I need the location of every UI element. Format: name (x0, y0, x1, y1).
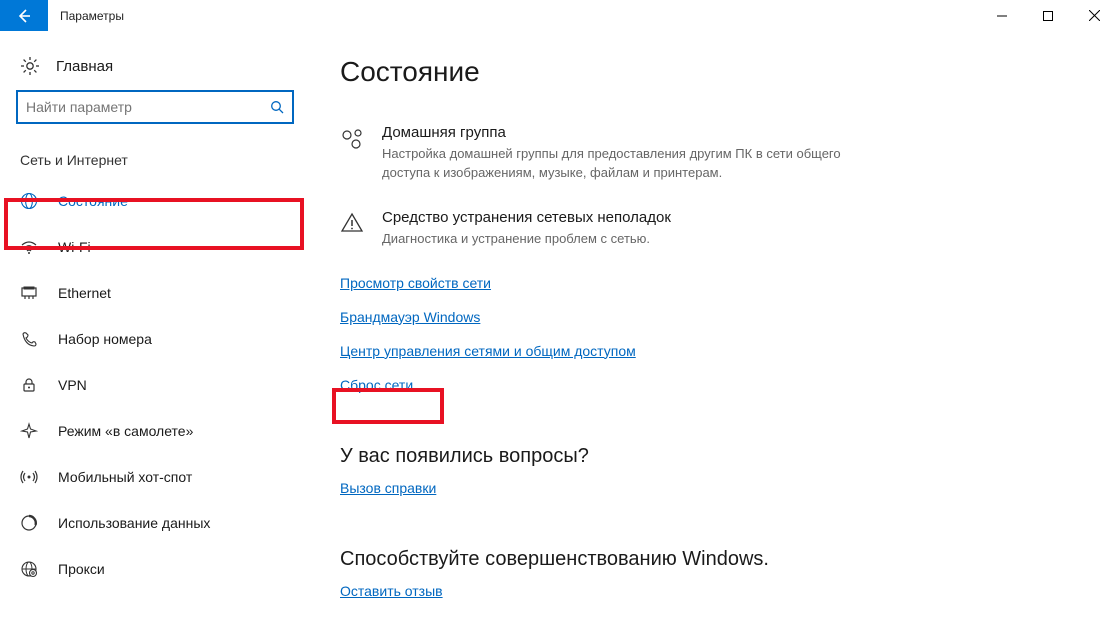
maximize-icon (1043, 11, 1053, 21)
back-button[interactable] (0, 0, 48, 31)
nav-label: Ethernet (58, 285, 111, 301)
troubleshoot-row[interactable]: Средство устранения сетевых неполадок Ди… (340, 209, 860, 249)
home-link[interactable]: Главная (0, 50, 310, 90)
arrow-left-icon (16, 8, 32, 24)
link-feedback[interactable]: Оставить отзыв (340, 583, 443, 599)
dialup-icon (20, 330, 40, 348)
proxy-icon (20, 560, 40, 578)
link-view-properties[interactable]: Просмотр свойств сети (340, 275, 491, 291)
page-title: Состояние (340, 56, 1087, 88)
nav-item-hotspot[interactable]: Мобильный хот-спот (0, 454, 310, 500)
close-icon (1089, 10, 1100, 21)
nav-label: Wi-Fi (58, 239, 91, 255)
content: Состояние Домашняя группа Настройка дома… (310, 32, 1117, 622)
minimize-icon (997, 11, 1007, 21)
warning-icon (340, 209, 366, 249)
vpn-icon (20, 376, 40, 394)
nav-label: Состояние (58, 193, 128, 209)
minimize-button[interactable] (979, 0, 1025, 31)
homegroup-icon (340, 124, 366, 183)
search-box[interactable] (16, 90, 294, 124)
sidebar: Главная Сеть и Интернет Состояние (0, 32, 310, 622)
search-input[interactable] (26, 99, 270, 115)
improve-heading: Способствуйте совершенствованию Windows. (340, 548, 1087, 571)
nav-item-vpn[interactable]: VPN (0, 362, 310, 408)
hotspot-icon (20, 468, 40, 486)
homegroup-row[interactable]: Домашняя группа Настройка домашней групп… (340, 124, 860, 183)
globe-icon (20, 192, 40, 210)
data-usage-icon (20, 514, 40, 532)
nav-label: Прокси (58, 561, 105, 577)
maximize-button[interactable] (1025, 0, 1071, 31)
category-label: Сеть и Интернет (0, 142, 310, 178)
nav-label: Режим «в самолете» (58, 423, 193, 439)
nav-label: Мобильный хот-спот (58, 469, 192, 485)
nav-item-ethernet[interactable]: Ethernet (0, 270, 310, 316)
nav-list: Состояние Wi-Fi Ethernet Набор номера (0, 178, 310, 592)
airplane-icon (20, 422, 40, 440)
home-label: Главная (56, 58, 113, 75)
nav-label: VPN (58, 377, 87, 393)
nav-label: Набор номера (58, 331, 152, 347)
link-sharing-center[interactable]: Центр управления сетями и общим доступом (340, 343, 636, 359)
homegroup-title: Домашняя группа (382, 124, 860, 141)
nav-label: Использование данных (58, 515, 210, 531)
link-firewall[interactable]: Брандмауэр Windows (340, 309, 480, 325)
window-controls (979, 0, 1117, 31)
troubleshoot-title: Средство устранения сетевых неполадок (382, 209, 671, 226)
troubleshoot-desc: Диагностика и устранение проблем с сетью… (382, 230, 671, 249)
search-icon (270, 100, 284, 114)
nav-item-wifi[interactable]: Wi-Fi (0, 224, 310, 270)
nav-item-proxy[interactable]: Прокси (0, 546, 310, 592)
wifi-icon (20, 238, 40, 256)
gear-icon (20, 56, 40, 76)
homegroup-desc: Настройка домашней группы для предоставл… (382, 145, 860, 183)
window-title: Параметры (48, 0, 124, 31)
ethernet-icon (20, 284, 40, 302)
close-button[interactable] (1071, 0, 1117, 31)
nav-item-airplane[interactable]: Режим «в самолете» (0, 408, 310, 454)
link-help[interactable]: Вызов справки (340, 480, 436, 496)
nav-item-dialup[interactable]: Набор номера (0, 316, 310, 362)
titlebar: Параметры (0, 0, 1117, 32)
nav-item-data-usage[interactable]: Использование данных (0, 500, 310, 546)
link-network-reset[interactable]: Сброс сети (340, 377, 413, 393)
questions-heading: У вас появились вопросы? (340, 445, 1087, 468)
nav-item-status[interactable]: Состояние (0, 178, 310, 224)
